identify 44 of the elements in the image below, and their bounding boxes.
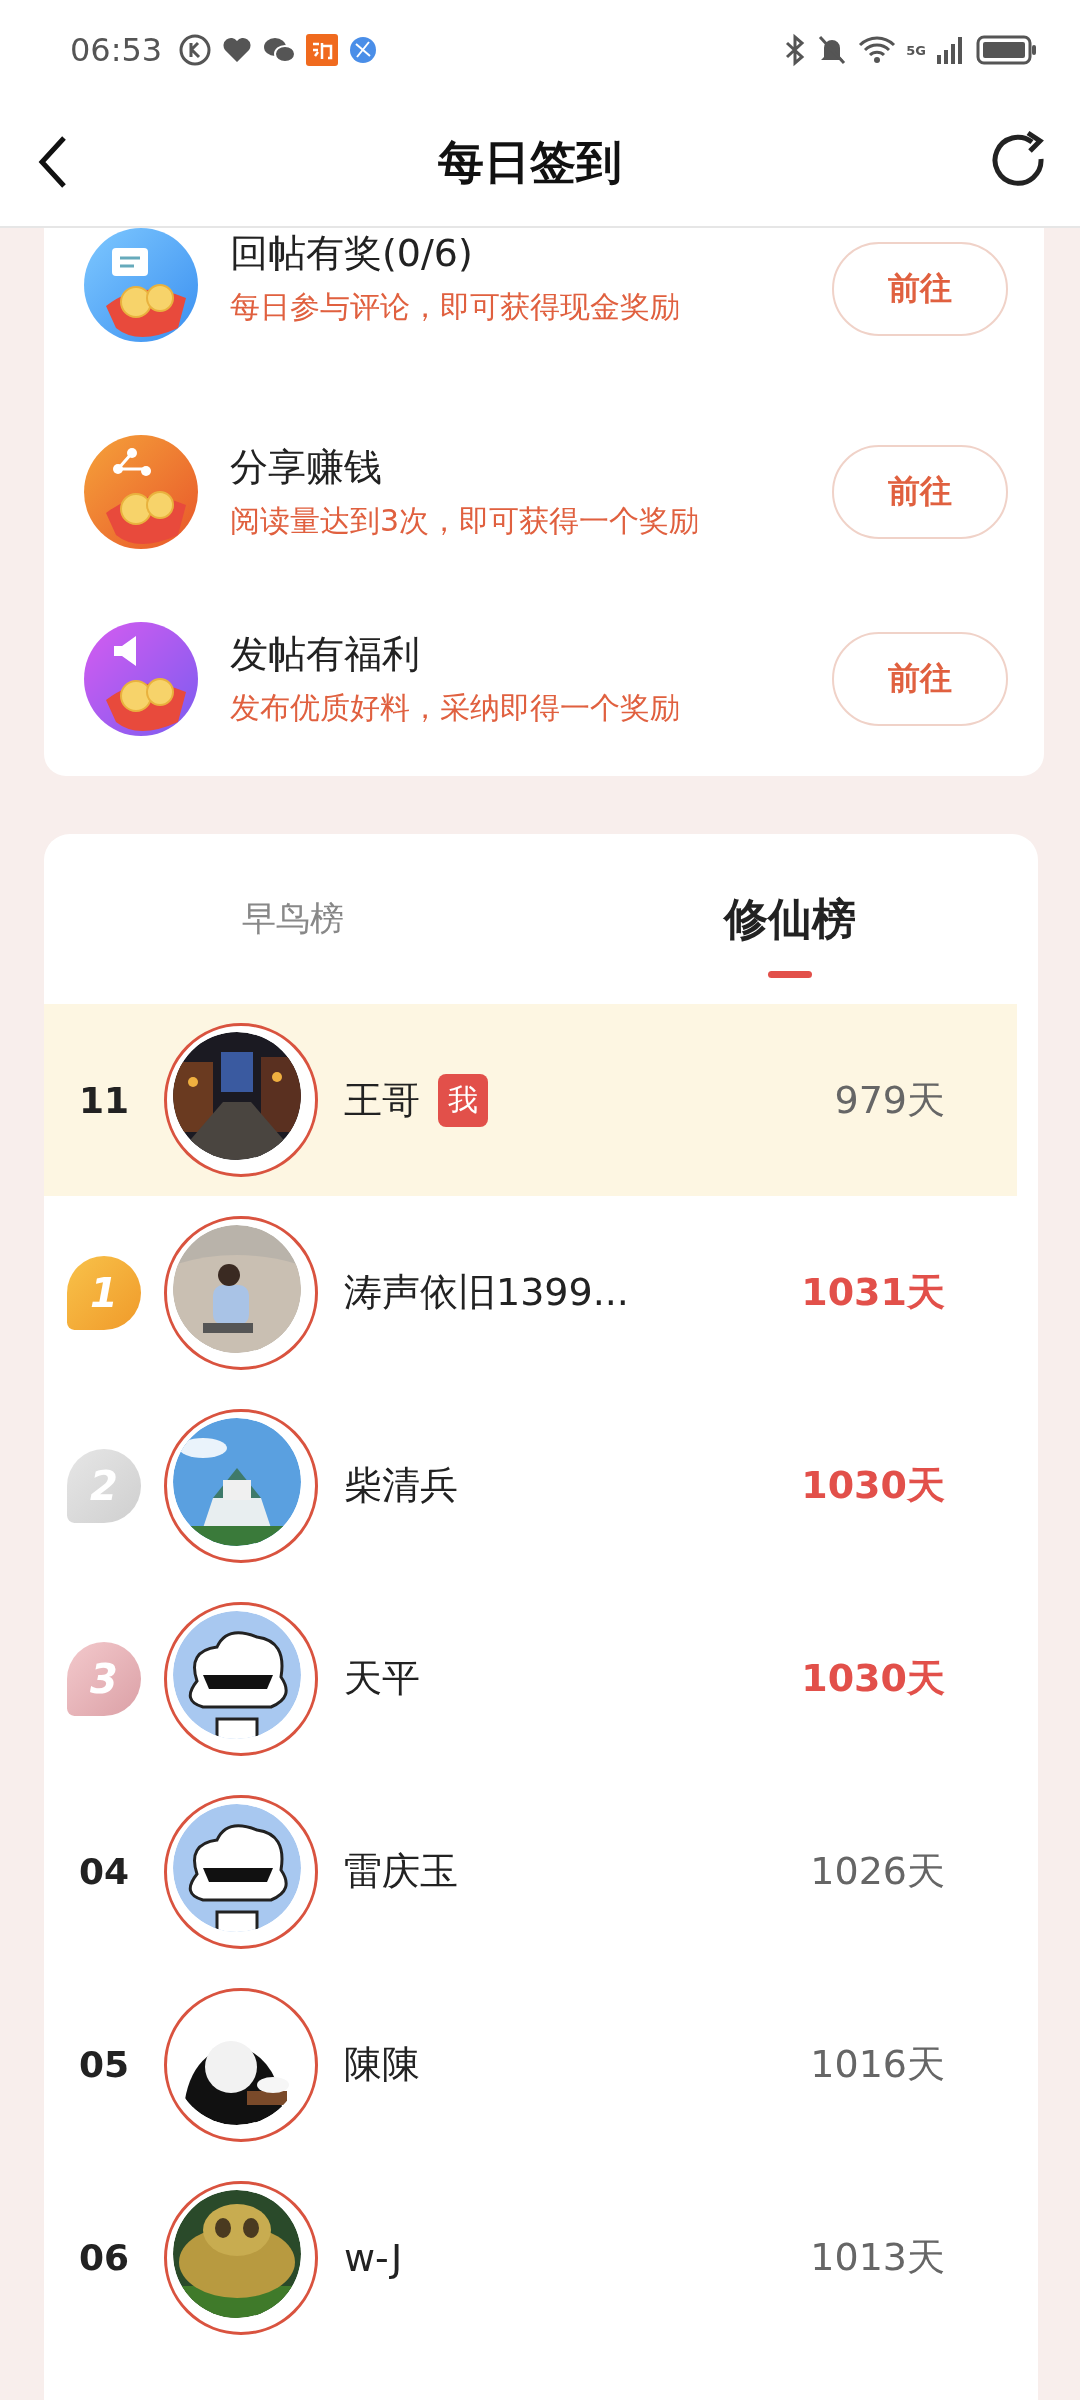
user-name: 柴清兵 (344, 1462, 458, 1509)
medal-badge: 3 (67, 1641, 141, 1716)
task-description: 每日参与评论，即可获得现金奖励 (230, 288, 681, 326)
user-name: 涛声依旧1399... (344, 1269, 629, 1316)
app-icon (306, 34, 339, 66)
rank-number: 11 (78, 1079, 130, 1121)
battery-icon (976, 35, 1038, 65)
sign-in-days: 1013天 (810, 2232, 945, 2283)
reward-icon (84, 621, 198, 736)
rank-number: 05 (78, 2044, 130, 2085)
go-button[interactable]: 前往 (832, 444, 1008, 539)
tab[interactable]: 早鸟榜 (44, 834, 541, 1004)
task-title: 回帖有奖(0/6) (230, 230, 474, 277)
user-name: w-J (344, 2235, 403, 2280)
task-title: 发帖有福利 (230, 630, 421, 678)
me-badge: 我 (438, 1073, 488, 1127)
rank-number: 06 (78, 2237, 130, 2278)
sign-in-days: 1026天 (810, 1846, 945, 1897)
task-description: 阅读量达到3次，即可获得一个奖励 (230, 501, 701, 540)
medal-badge: 1 (67, 1255, 141, 1330)
clock-time: 06:53 (70, 31, 163, 69)
rank-number: 04 (78, 1851, 130, 1892)
user-name: 天平 (344, 1655, 420, 1702)
sign-in-days: 1030天 (801, 1653, 945, 1704)
heart-icon (222, 36, 253, 64)
sign-in-days: 1030天 (801, 1460, 945, 1511)
globe-icon (348, 35, 379, 65)
task-description: 发布优质好料，采纳即得一个奖励 (230, 688, 681, 727)
k-circle-icon (178, 33, 213, 67)
task-title: 分享赚钱 (230, 443, 383, 491)
go-button[interactable]: 前往 (832, 242, 1008, 336)
sign-in-days: 1031天 (801, 1267, 945, 1318)
user-name: 王哥 (344, 1076, 420, 1124)
reward-icon (84, 434, 198, 549)
sign-in-days: 1016天 (810, 2039, 945, 2090)
page-title: 每日签到 (438, 134, 622, 191)
go-button[interactable]: 前往 (832, 631, 1008, 726)
sign-in-days: 979天 (834, 1074, 945, 1126)
user-name: 陳陳 (344, 2041, 420, 2088)
bluetooth-icon (784, 33, 807, 67)
user-name: 雷庆玉 (344, 1848, 458, 1895)
tab[interactable]: 修仙榜 (541, 834, 1038, 1004)
network-label: 5G (906, 42, 926, 58)
wifi-icon (858, 35, 897, 65)
